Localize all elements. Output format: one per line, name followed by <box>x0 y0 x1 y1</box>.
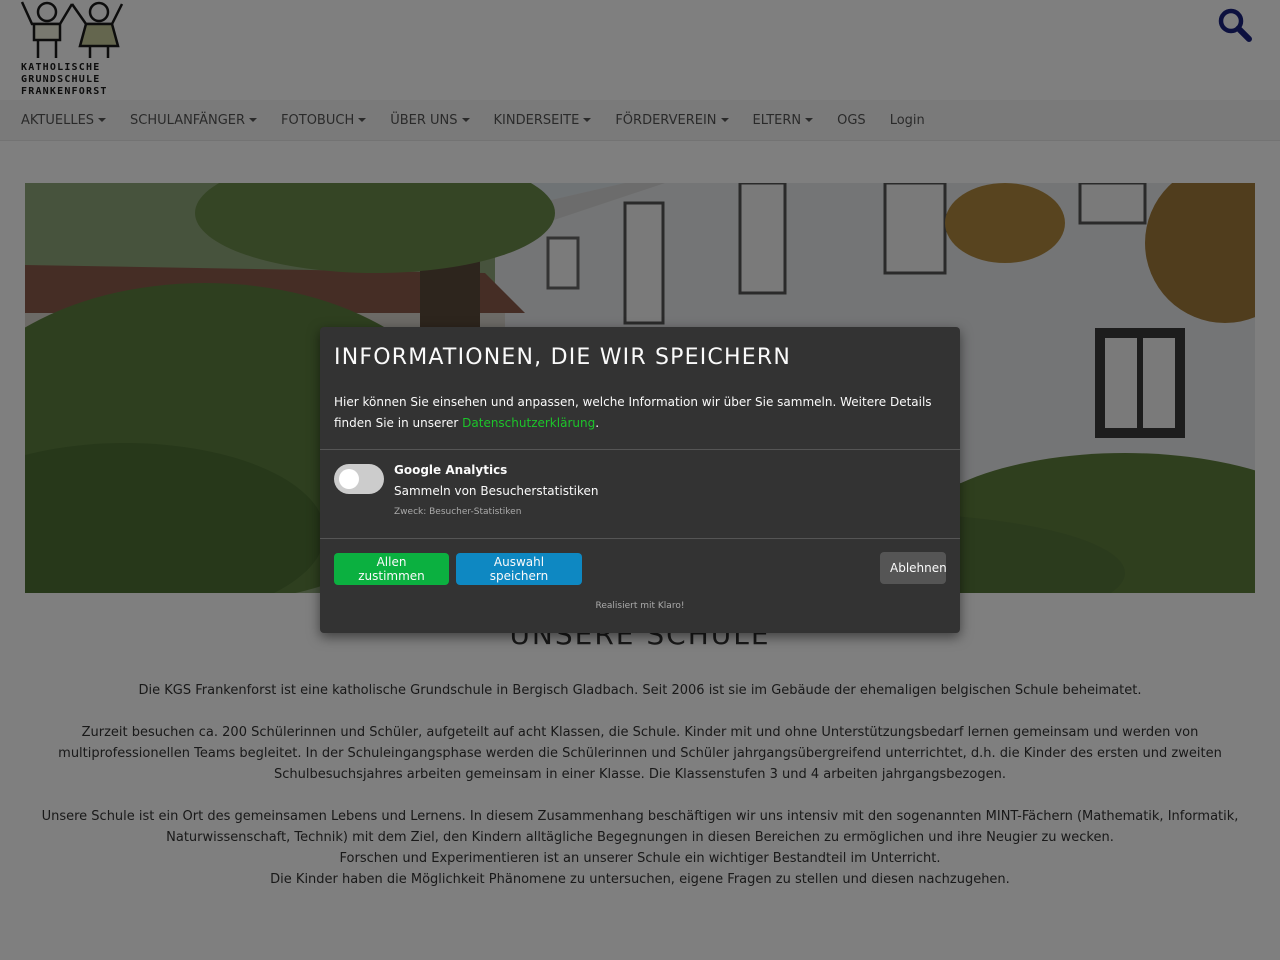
privacy-policy-link[interactable]: Datenschutzerklärung <box>462 416 595 430</box>
decline-button[interactable]: Ablehnen <box>880 552 947 584</box>
description-text: Hier können Sie einsehen und anpassen, w… <box>334 395 932 430</box>
modal-description: Hier können Sie einsehen und anpassen, w… <box>334 392 934 434</box>
klaro-link[interactable]: Realisiert mit Klaro! <box>596 601 685 611</box>
service-name[interactable]: Google Analytics <box>394 463 507 477</box>
service-description: Sammeln von Besucherstatistiken <box>394 484 599 498</box>
modal-title: INFORMATIONEN, DIE WIR SPEICHERN <box>334 345 791 370</box>
description-suffix: . <box>595 416 600 430</box>
divider <box>320 449 960 450</box>
service-purpose: Zweck: Besucher-Statistiken <box>394 507 522 517</box>
toggle-knob <box>339 469 359 489</box>
google-analytics-toggle[interactable] <box>334 464 384 494</box>
save-selection-button[interactable]: Auswahl speichern <box>456 553 582 585</box>
divider <box>320 538 960 539</box>
accept-all-button[interactable]: Allen zustimmen <box>334 553 449 585</box>
cookie-consent-modal: INFORMATIONEN, DIE WIR SPEICHERN Hier kö… <box>320 327 960 633</box>
powered-by: Realisiert mit Klaro! <box>320 601 960 611</box>
